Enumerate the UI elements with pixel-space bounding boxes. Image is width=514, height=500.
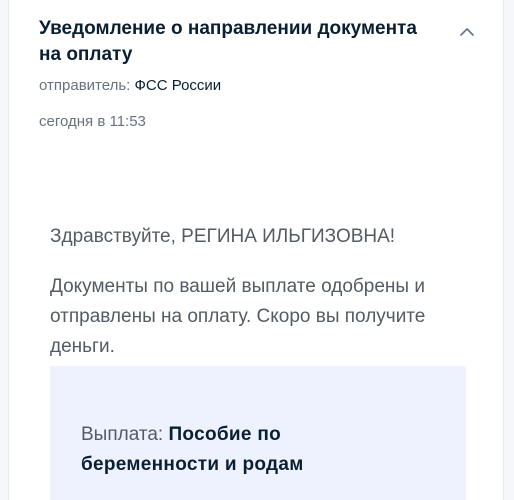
payment-line: Выплата: Пособие по беременности и родам bbox=[81, 420, 411, 480]
notification-card: Уведомление о направлении документа на о… bbox=[8, 0, 504, 500]
chevron-up-icon bbox=[460, 27, 474, 36]
sender-name: ФСС России bbox=[134, 77, 222, 94]
sender-label: отправитель: bbox=[39, 77, 135, 94]
notification-date: сегодня в 11:53 bbox=[39, 113, 146, 130]
collapse-toggle-button[interactable] bbox=[456, 20, 478, 42]
message-body: Здравствуйте, РЕГИНА ИЛЬГИЗОВНА! Докумен… bbox=[50, 222, 470, 362]
payment-info-box: Выплата: Пособие по беременности и родам bbox=[50, 366, 466, 500]
page: Уведомление о направлении документа на о… bbox=[0, 0, 514, 500]
notification-title: Уведомление о направлении документа на о… bbox=[39, 18, 417, 65]
sender-line: отправитель: ФСС России bbox=[39, 77, 221, 94]
message-text: Документы по вашей выплате одобрены и от… bbox=[50, 276, 426, 357]
payment-label: Выплата: bbox=[81, 424, 169, 445]
greeting: Здравствуйте, РЕГИНА ИЛЬГИЗОВНА! bbox=[50, 226, 396, 247]
